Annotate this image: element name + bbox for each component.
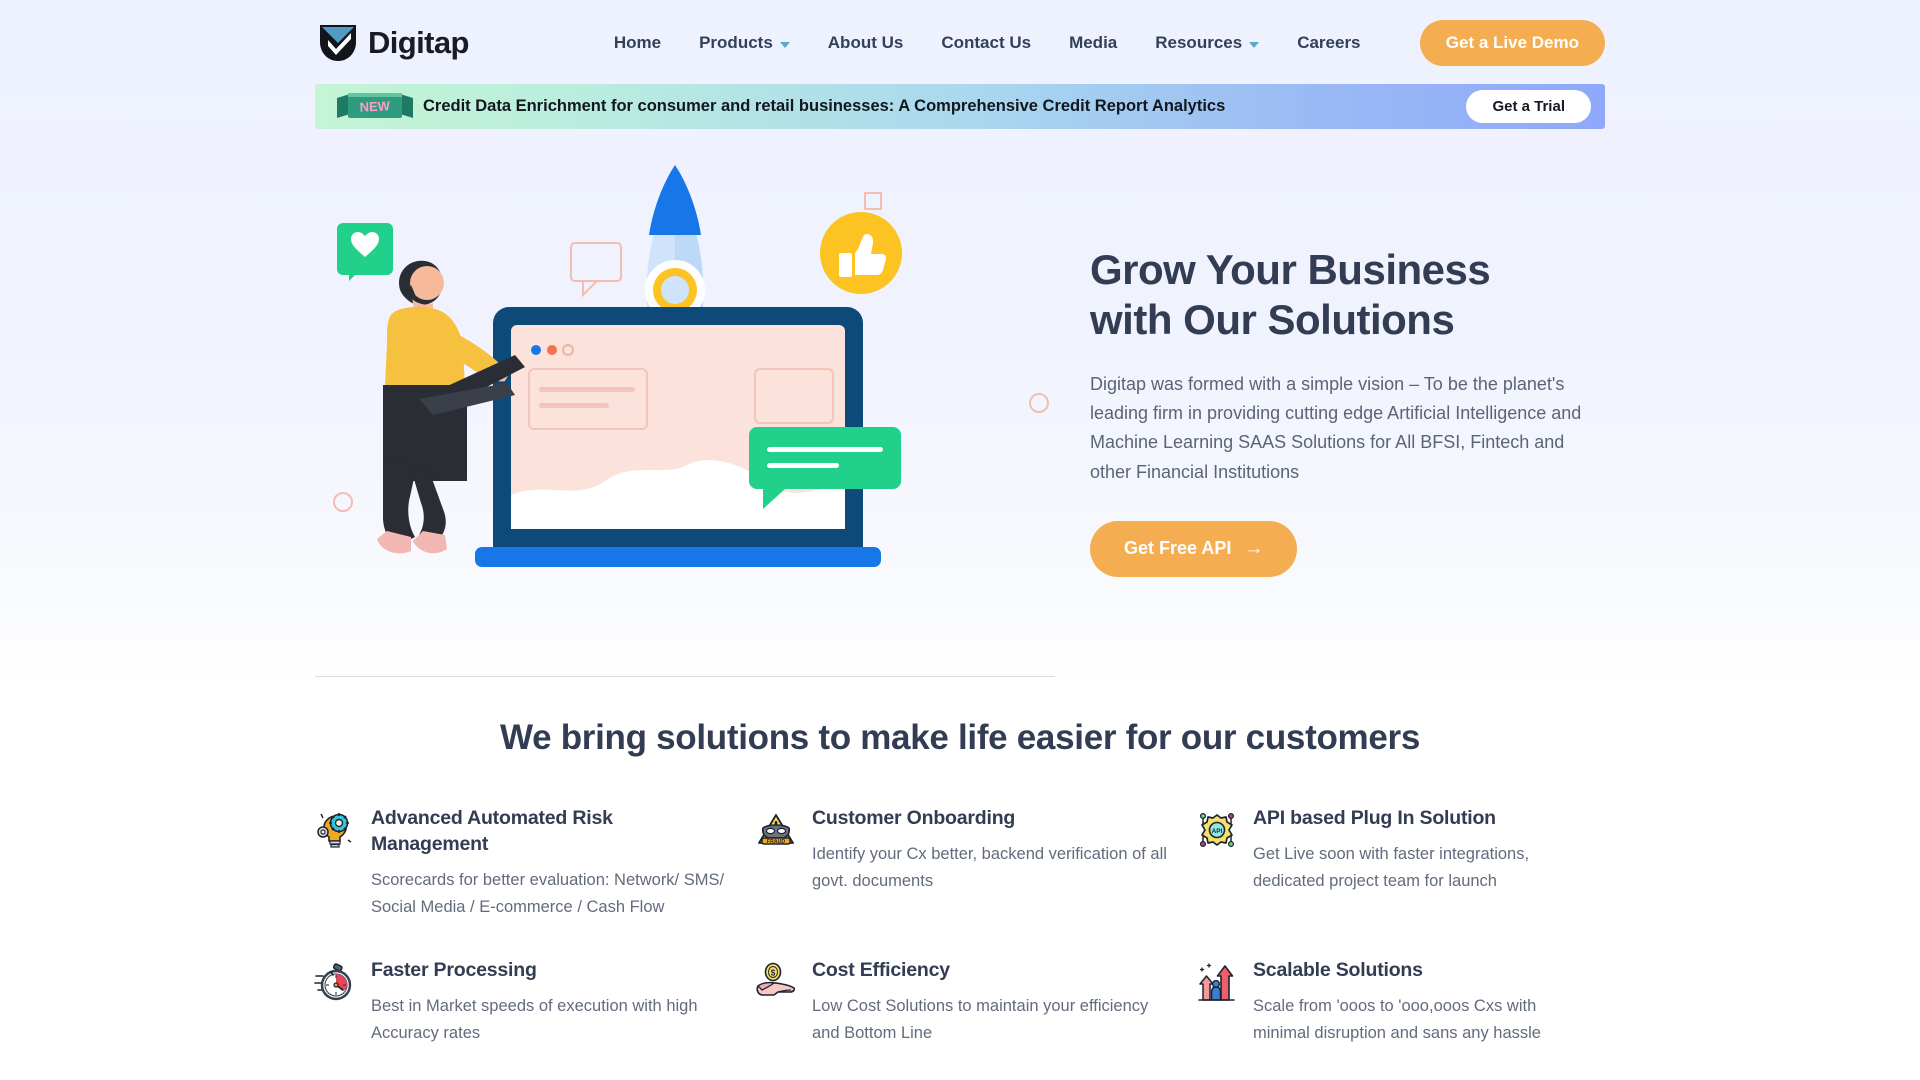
feature-description: Get Live soon with faster integrations, … <box>1253 844 1530 890</box>
nav-item-about-us[interactable]: About Us <box>809 25 923 61</box>
nav-item-careers[interactable]: Careers <box>1278 25 1379 61</box>
nav-container: Digitap Home Products About Us Contact U… <box>315 0 1605 86</box>
nav-item-resources[interactable]: Resources <box>1136 25 1278 61</box>
feature-card: $ Cost Efficiency Low Cost Solutions to … <box>756 958 1197 1046</box>
api-gear-node-icon: API <box>1197 810 1237 850</box>
solutions-heading: We bring solutions to make life easier f… <box>500 718 1420 757</box>
feature-text: Faster Processing Best in Market speeds … <box>371 958 726 1046</box>
feature-description: Scale from 'ooos to 'ooo,ooos Cxs with m… <box>1253 997 1541 1042</box>
growth-arrows-people-icon <box>1197 962 1237 1002</box>
nav-item-contact-us[interactable]: Contact Us <box>922 25 1050 61</box>
feature-card: API API based Plug In Solution Get Live … <box>1197 806 1605 920</box>
fraud-mask-warning-icon: FRAUD <box>756 810 796 850</box>
nav-item-label: Careers <box>1297 33 1361 52</box>
nav-item-label: Products <box>699 33 773 52</box>
hero-illustration <box>315 165 1055 675</box>
feature-title: Advanced Automated Risk Management <box>371 807 613 855</box>
feature-title: Cost Efficiency <box>812 959 950 982</box>
feature-text: Customer Onboarding Identify your Cx bet… <box>812 806 1167 920</box>
nav-item-label: About Us <box>827 33 904 52</box>
coin-in-hand-icon: $ <box>756 962 796 1002</box>
feature-card: Advanced Automated Risk Management Score… <box>315 806 756 920</box>
arrow-right-icon: → <box>1244 538 1264 560</box>
nav-links: Home Products About Us Contact Us Media … <box>595 25 1380 61</box>
features-grid: Advanced Automated Risk Management Score… <box>314 806 1605 1047</box>
brand-logo[interactable]: Digitap <box>317 22 469 64</box>
lightbulb-gear-icon <box>315 810 355 850</box>
solutions-section: We bring solutions to make life easier f… <box>314 718 1605 1047</box>
nav-item-label: Home <box>613 33 662 52</box>
feature-title: API based Plug In Solution <box>1253 807 1496 829</box>
landing-page: Digitap Home Products About Us Contact U… <box>0 0 1920 1080</box>
feature-description: Best in Market speeds of execution with … <box>371 997 698 1042</box>
announcement-banner[interactable]: NEW Credit Data Enrichment for consumer … <box>315 84 1605 129</box>
nav-item-label: Media <box>1069 33 1118 52</box>
nav-item-label: Resources <box>1155 33 1243 52</box>
nav-item-home[interactable]: Home <box>595 25 680 61</box>
hero-title-line-2: with Our Solutions <box>1090 295 1455 343</box>
banner-message: Credit Data Enrichment for consumer and … <box>423 97 1226 115</box>
svg-text:NEW: NEW <box>359 98 391 115</box>
feature-card: FRAUD Customer Onboarding Identify your … <box>756 806 1197 920</box>
get-a-trial-button[interactable]: Get a Trial <box>1466 90 1591 123</box>
get-free-api-label: Get Free API <box>1124 538 1232 559</box>
hero-paragraph: Digitap was formed with a simple vision … <box>1090 374 1582 482</box>
feature-card: Scalable Solutions Scale from 'ooos to '… <box>1197 958 1605 1046</box>
nav-item-products[interactable]: Products <box>680 25 809 61</box>
feature-text: API based Plug In Solution Get Live soon… <box>1253 806 1575 920</box>
chevron-down-icon <box>779 41 790 48</box>
digitap-checkmark-logo-icon <box>317 22 359 64</box>
feature-text: Advanced Automated Risk Management Score… <box>371 806 726 920</box>
feature-description: Low Cost Solutions to maintain your effi… <box>812 997 1149 1042</box>
feature-card: Faster Processing Best in Market speeds … <box>314 958 756 1046</box>
hero-section: Grow Your Business with Our Solutions Di… <box>315 165 1605 685</box>
brand-name: Digitap <box>368 25 469 60</box>
svg-text:$: $ <box>771 969 776 978</box>
svg-text:FRAUD: FRAUD <box>767 839 785 845</box>
svg-text:API: API <box>1212 828 1223 835</box>
hero-title: Grow Your Business with Our Solutions <box>1090 245 1605 344</box>
hero-title-line-1: Grow Your Business <box>1090 246 1491 293</box>
chevron-down-icon <box>1249 41 1260 48</box>
get-free-api-button[interactable]: Get Free API → <box>1090 520 1298 577</box>
new-ribbon-badge-icon: NEW <box>337 92 413 122</box>
hero-divider <box>315 676 1055 677</box>
feature-description: Scorecards for better evaluation: Networ… <box>371 870 725 916</box>
nav-item-label: Contact Us <box>941 33 1032 52</box>
hero-copy: Grow Your Business with Our Solutions Di… <box>1090 165 1605 685</box>
feature-description: Identify your Cx better, backend verific… <box>812 844 1167 890</box>
nav-item-media[interactable]: Media <box>1050 25 1136 61</box>
stopwatch-icon <box>314 962 355 1002</box>
feature-title: Customer Onboarding <box>812 807 1016 829</box>
feature-text: Cost Efficiency Low Cost Solutions to ma… <box>812 958 1167 1046</box>
top-navigation-bar: Digitap Home Products About Us Contact U… <box>0 0 1920 86</box>
feature-title: Scalable Solutions <box>1253 959 1423 982</box>
get-live-demo-button[interactable]: Get a Live Demo <box>1419 20 1605 66</box>
feature-title: Faster Processing <box>371 959 537 982</box>
feature-text: Scalable Solutions Scale from 'ooos to '… <box>1253 958 1575 1046</box>
